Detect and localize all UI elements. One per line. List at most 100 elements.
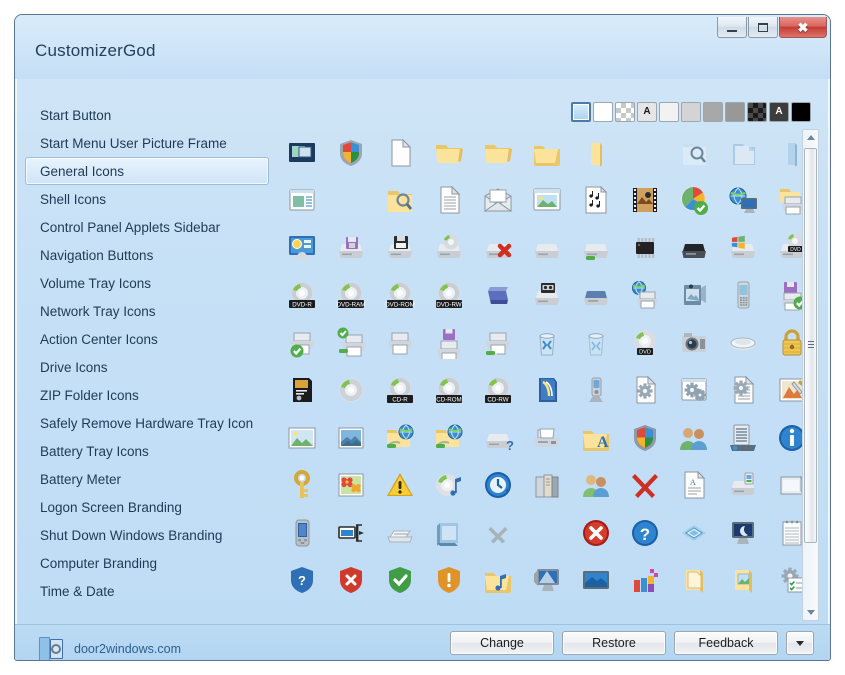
icon-cell-flower-photo-frame[interactable] xyxy=(326,462,375,510)
icon-cell-blue-book[interactable] xyxy=(522,367,571,415)
icon-cell-shield-uac[interactable] xyxy=(621,414,670,462)
icon-cell-cd-drive[interactable] xyxy=(424,224,473,272)
icon-cell-blank-document[interactable] xyxy=(375,129,424,177)
icon-cell-landscape-photo[interactable] xyxy=(326,414,375,462)
icon-cell-dvd-rom-disc[interactable]: DVD-ROM xyxy=(375,272,424,320)
swatch-black[interactable] xyxy=(791,102,811,122)
icon-cell-media-player-check[interactable] xyxy=(670,177,719,225)
icon-cell-layers-blue[interactable] xyxy=(670,509,719,557)
icon-cell-folder-globe[interactable] xyxy=(424,414,473,462)
icon-cell-defrag-blocks[interactable] xyxy=(621,557,670,605)
icon-cell-red-x[interactable] xyxy=(621,462,670,510)
icon-cell-dark-drive[interactable] xyxy=(670,224,719,272)
swatch-white-text[interactable]: A xyxy=(637,102,657,122)
icon-cell-floppy-drive-purple[interactable] xyxy=(326,224,375,272)
swatch-white[interactable] xyxy=(593,102,613,122)
swatch-light-blue-selected[interactable] xyxy=(571,102,591,122)
icon-cell-folder-globe[interactable] xyxy=(375,414,424,462)
icon-cell-lined-document[interactable] xyxy=(424,177,473,225)
icon-cell-text-document[interactable]: A xyxy=(670,462,719,510)
brand-link[interactable]: door2windows.com xyxy=(35,633,181,661)
icon-cell-open-folder[interactable] xyxy=(473,129,522,177)
icon-cell-folder-page[interactable] xyxy=(670,557,719,605)
icon-cell-blue-drive[interactable] xyxy=(572,272,621,320)
icon-cell-drive-question[interactable]: ? xyxy=(473,414,522,462)
icon-cell-audio-cd[interactable] xyxy=(424,462,473,510)
icon-cell-fonts-folder[interactable]: A xyxy=(572,414,621,462)
icon-cell-pda-device[interactable] xyxy=(277,509,326,557)
sidebar-item-logon-screen-branding[interactable]: Logon Screen Branding xyxy=(25,493,269,521)
icon-cell-window-pane[interactable] xyxy=(277,177,326,225)
sidebar-item-start-menu-user-picture-frame[interactable]: Start Menu User Picture Frame xyxy=(25,129,269,157)
sidebar-item-control-panel-applets-sidebar[interactable]: Control Panel Applets Sidebar xyxy=(25,213,269,241)
icon-cell-open-envelope[interactable] xyxy=(473,177,522,225)
icon-cell-cd-r-disc[interactable]: CD-R xyxy=(375,367,424,415)
icon-cell-shield-warning-orange[interactable] xyxy=(424,557,473,605)
sidebar-item-volume-tray-icons[interactable]: Volume Tray Icons xyxy=(25,269,269,297)
icon-cell-drive-green-plug[interactable] xyxy=(572,224,621,272)
icon-cell-scanner-flat[interactable] xyxy=(375,509,424,557)
swatch-dark-text[interactable]: A xyxy=(769,102,789,122)
icon-cell-recycle-bin-full[interactable] xyxy=(522,319,571,367)
scrollbar-down-arrow[interactable] xyxy=(803,605,818,620)
sidebar-item-action-center-icons[interactable]: Action Center Icons xyxy=(25,325,269,353)
icon-cell-control-panel[interactable] xyxy=(277,224,326,272)
icon-cell-drive-remove-x[interactable] xyxy=(473,224,522,272)
sidebar-item-safely-remove-hardware-tray-icon[interactable]: Safely Remove Hardware Tray Icon xyxy=(25,409,269,437)
sidebar-item-battery-meter[interactable]: Battery Meter xyxy=(25,465,269,493)
restore-button[interactable]: Restore xyxy=(562,631,666,655)
icon-cell-shield-error-red[interactable] xyxy=(326,557,375,605)
sidebar-item-start-button[interactable]: Start Button xyxy=(25,101,269,129)
minimize-button[interactable] xyxy=(717,17,747,38)
icon-cell-printer-green-plug[interactable] xyxy=(473,319,522,367)
change-button[interactable]: Change xyxy=(450,631,554,655)
icon-cell-picture-frame-monitor[interactable] xyxy=(277,129,326,177)
icon-cell-cd-rom-disc[interactable]: CD-ROM xyxy=(424,367,473,415)
icon-cell-server-rack[interactable] xyxy=(719,414,768,462)
icon-cell-users-group[interactable] xyxy=(670,414,719,462)
sidebar-item-drive-icons[interactable]: Drive Icons xyxy=(25,353,269,381)
icon-cell-handheld-device[interactable] xyxy=(572,367,621,415)
icon-cell-desktop-screen[interactable] xyxy=(572,557,621,605)
icon-cell-music-folder[interactable] xyxy=(473,557,522,605)
icon-cell-search-folder[interactable] xyxy=(670,129,719,177)
icon-cell-monitor-moon[interactable] xyxy=(719,509,768,557)
maximize-button[interactable] xyxy=(748,17,778,38)
icon-cell-drive-network[interactable] xyxy=(719,462,768,510)
icon-cell-music-score-document[interactable] xyxy=(572,177,621,225)
icon-cell-dvd-rw-disc[interactable]: DVD-RW xyxy=(424,272,473,320)
sidebar-item-computer-branding[interactable]: Computer Branding xyxy=(25,549,269,577)
icon-cell-windows-security-shield[interactable] xyxy=(326,129,375,177)
icon-cell-network-computer-globe[interactable] xyxy=(719,177,768,225)
icon-cell-dvd-disc[interactable]: DVD xyxy=(621,319,670,367)
icon-cell-dvd-ram-disc[interactable]: DVD-RAM xyxy=(326,272,375,320)
icon-cell-blue-folder-page[interactable] xyxy=(719,129,768,177)
icon-cell-memory-chip[interactable] xyxy=(621,224,670,272)
swatch-checker-dark[interactable] xyxy=(747,102,767,122)
icon-cell-tape-drive[interactable] xyxy=(522,272,571,320)
sidebar-item-time-date[interactable]: Time & Date xyxy=(25,577,269,605)
icon-cell-gear-lined-document[interactable] xyxy=(719,367,768,415)
sidebar-item-shut-down-windows-branding[interactable]: Shut Down Windows Branding xyxy=(25,521,269,549)
icon-cell-open-folder[interactable] xyxy=(424,129,473,177)
icon-cell-help-blue-circle[interactable]: ? xyxy=(621,509,670,557)
icon-cell-photo-thumbnail[interactable] xyxy=(277,414,326,462)
swatch-gray[interactable] xyxy=(725,102,745,122)
close-button[interactable]: ✖ xyxy=(779,17,827,38)
icon-cell-blue-book-drive[interactable] xyxy=(473,272,522,320)
scrollbar-thumb[interactable] xyxy=(804,148,817,543)
scrollbar-up-arrow[interactable] xyxy=(803,130,818,145)
icon-grid-scrollbar[interactable] xyxy=(802,129,819,621)
icon-cell-picture-window[interactable] xyxy=(522,177,571,225)
icon-cell-gray-x[interactable] xyxy=(473,509,522,557)
sidebar-item-battery-tray-icons[interactable]: Battery Tray Icons xyxy=(25,437,269,465)
sidebar-item-general-icons[interactable]: General Icons xyxy=(25,157,269,185)
icon-cell-cd-rw-disc[interactable]: CD-RW xyxy=(473,367,522,415)
icon-cell-shield-help-blue[interactable]: ? xyxy=(277,557,326,605)
icon-cell-printer[interactable] xyxy=(375,319,424,367)
sidebar-item-network-tray-icons[interactable]: Network Tray Icons xyxy=(25,297,269,325)
icon-cell-blue-folder-3d[interactable] xyxy=(424,509,473,557)
sidebar-item-zip-folder-icons[interactable]: ZIP Folder Icons xyxy=(25,381,269,409)
icon-cell-film-strip[interactable] xyxy=(621,177,670,225)
icon-cell-folder-picture[interactable] xyxy=(719,557,768,605)
